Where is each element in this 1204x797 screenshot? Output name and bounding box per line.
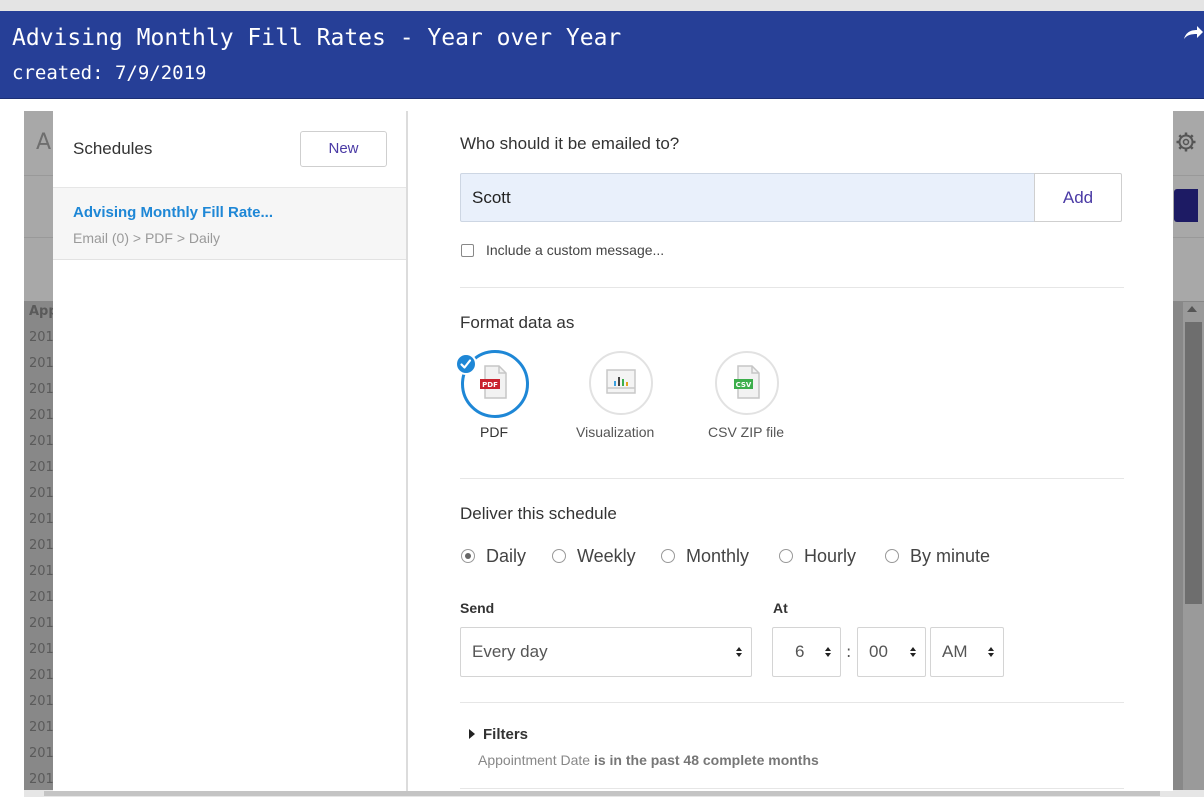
background-page-letter: A: [36, 130, 52, 155]
filter-description: Appointment Date is in the past 48 compl…: [478, 752, 819, 768]
scroll-up-arrow-icon[interactable]: [1187, 306, 1197, 312]
radio-weekly[interactable]: [552, 549, 566, 563]
pdf-badge-text: PDF: [482, 381, 498, 389]
share-icon[interactable]: [1182, 23, 1204, 43]
radio-hourly[interactable]: [779, 549, 793, 563]
background-row-value: 201: [29, 382, 54, 397]
report-title: Advising Monthly Fill Rates - Year over …: [12, 25, 622, 51]
background-row-value: 201: [29, 408, 54, 423]
schedule-summary: Email (0) > PDF > Daily: [73, 230, 221, 246]
custom-message-label[interactable]: Include a custom message...: [486, 242, 664, 258]
background-row-value: 201: [29, 642, 54, 657]
filters-toggle[interactable]: Filters: [483, 726, 528, 743]
background-row-value: 201: [29, 460, 54, 475]
background-row-value: 201: [29, 616, 54, 631]
pdf-option-label: PDF: [480, 424, 508, 440]
background-row-value: 201: [29, 434, 54, 449]
radio-daily[interactable]: [461, 549, 475, 563]
send-frequency-value: Every day: [472, 642, 548, 661]
background-row-value: 201: [29, 668, 54, 683]
csv-option-label: CSV ZIP file: [708, 424, 784, 440]
radio-monthly-label[interactable]: Monthly: [686, 546, 749, 567]
ampm-select[interactable]: AM: [930, 627, 1004, 677]
select-arrows-icon: [910, 647, 916, 657]
report-created-date: created: 7/9/2019: [12, 62, 207, 84]
schedules-title: Schedules: [73, 139, 153, 158]
recipient-input[interactable]: Scott: [460, 173, 1035, 222]
recipients-question: Who should it be emailed to?: [460, 134, 680, 153]
background-scrollbar-thumb[interactable]: [1185, 322, 1202, 604]
radio-hourly-label[interactable]: Hourly: [804, 546, 856, 567]
select-arrows-icon: [988, 647, 994, 657]
background-row-value: 201: [29, 720, 54, 735]
background-row-value: 201: [29, 772, 54, 787]
csv-badge-text: CSV: [736, 381, 752, 389]
hour-select[interactable]: 6: [772, 627, 841, 677]
caret-right-icon[interactable]: [469, 729, 475, 739]
send-frequency-select[interactable]: Every day: [460, 627, 752, 677]
background-row-value: 201: [29, 356, 54, 371]
schedules-panel: Schedules New Advising Monthly Fill Rate…: [53, 111, 408, 791]
send-label: Send: [460, 600, 495, 616]
format-title: Format data as: [460, 313, 575, 332]
time-separator: :: [846, 642, 852, 661]
divider: [460, 478, 1124, 479]
radio-daily-label[interactable]: Daily: [486, 546, 526, 567]
chart-icon: [606, 369, 636, 394]
schedule-modal: Schedules New Advising Monthly Fill Rate…: [53, 111, 1173, 791]
pdf-file-icon: PDF: [480, 365, 507, 399]
ampm-value: AM: [942, 642, 968, 661]
radio-by-minute[interactable]: [885, 549, 899, 563]
divider: [460, 788, 1124, 789]
minute-select[interactable]: 00: [857, 627, 926, 677]
radio-monthly[interactable]: [661, 549, 675, 563]
radio-by-minute-label[interactable]: By minute: [910, 546, 990, 567]
divider: [460, 702, 1124, 703]
selected-check-icon: [455, 353, 477, 375]
background-row-value: 201: [29, 564, 54, 579]
report-header: Advising Monthly Fill Rates - Year over …: [0, 11, 1204, 99]
background-row-value: 201: [29, 330, 54, 345]
visualization-option-label: Visualization: [576, 424, 655, 440]
at-label: At: [773, 600, 788, 616]
schedule-name: Advising Monthly Fill Rate...: [73, 204, 274, 221]
background-row-value: 201: [29, 694, 54, 709]
background-row-value: 201: [29, 512, 54, 527]
csv-file-icon: CSV: [734, 365, 760, 399]
background-row-value: 201: [29, 486, 54, 501]
deliver-title: Deliver this schedule: [460, 504, 617, 523]
horizontal-scrollbar-thumb[interactable]: [44, 791, 1160, 796]
divider: [460, 287, 1124, 288]
filter-field: Appointment Date: [478, 752, 591, 768]
gear-icon[interactable]: [1176, 132, 1196, 152]
schedule-settings: Who should it be emailed to? Scott Add I…: [455, 111, 1124, 791]
select-arrows-icon: [736, 647, 742, 657]
background-row-value: 201: [29, 590, 54, 605]
new-schedule-button[interactable]: New: [300, 131, 387, 167]
background-action-button[interactable]: [1174, 189, 1198, 222]
radio-weekly-label[interactable]: Weekly: [577, 546, 636, 567]
add-recipient-button[interactable]: Add: [1034, 173, 1122, 222]
filter-condition: is in the past 48 complete months: [593, 752, 819, 768]
background-row-value: 201: [29, 746, 54, 761]
hour-value: 6: [795, 642, 805, 661]
schedule-list-item[interactable]: Advising Monthly Fill Rate... Email (0) …: [53, 188, 406, 260]
background-row-value: 201: [29, 538, 54, 553]
minute-value: 00: [869, 642, 888, 661]
window-top-strip: [0, 0, 1204, 11]
select-arrows-icon: [825, 647, 831, 657]
custom-message-checkbox[interactable]: [461, 244, 474, 257]
